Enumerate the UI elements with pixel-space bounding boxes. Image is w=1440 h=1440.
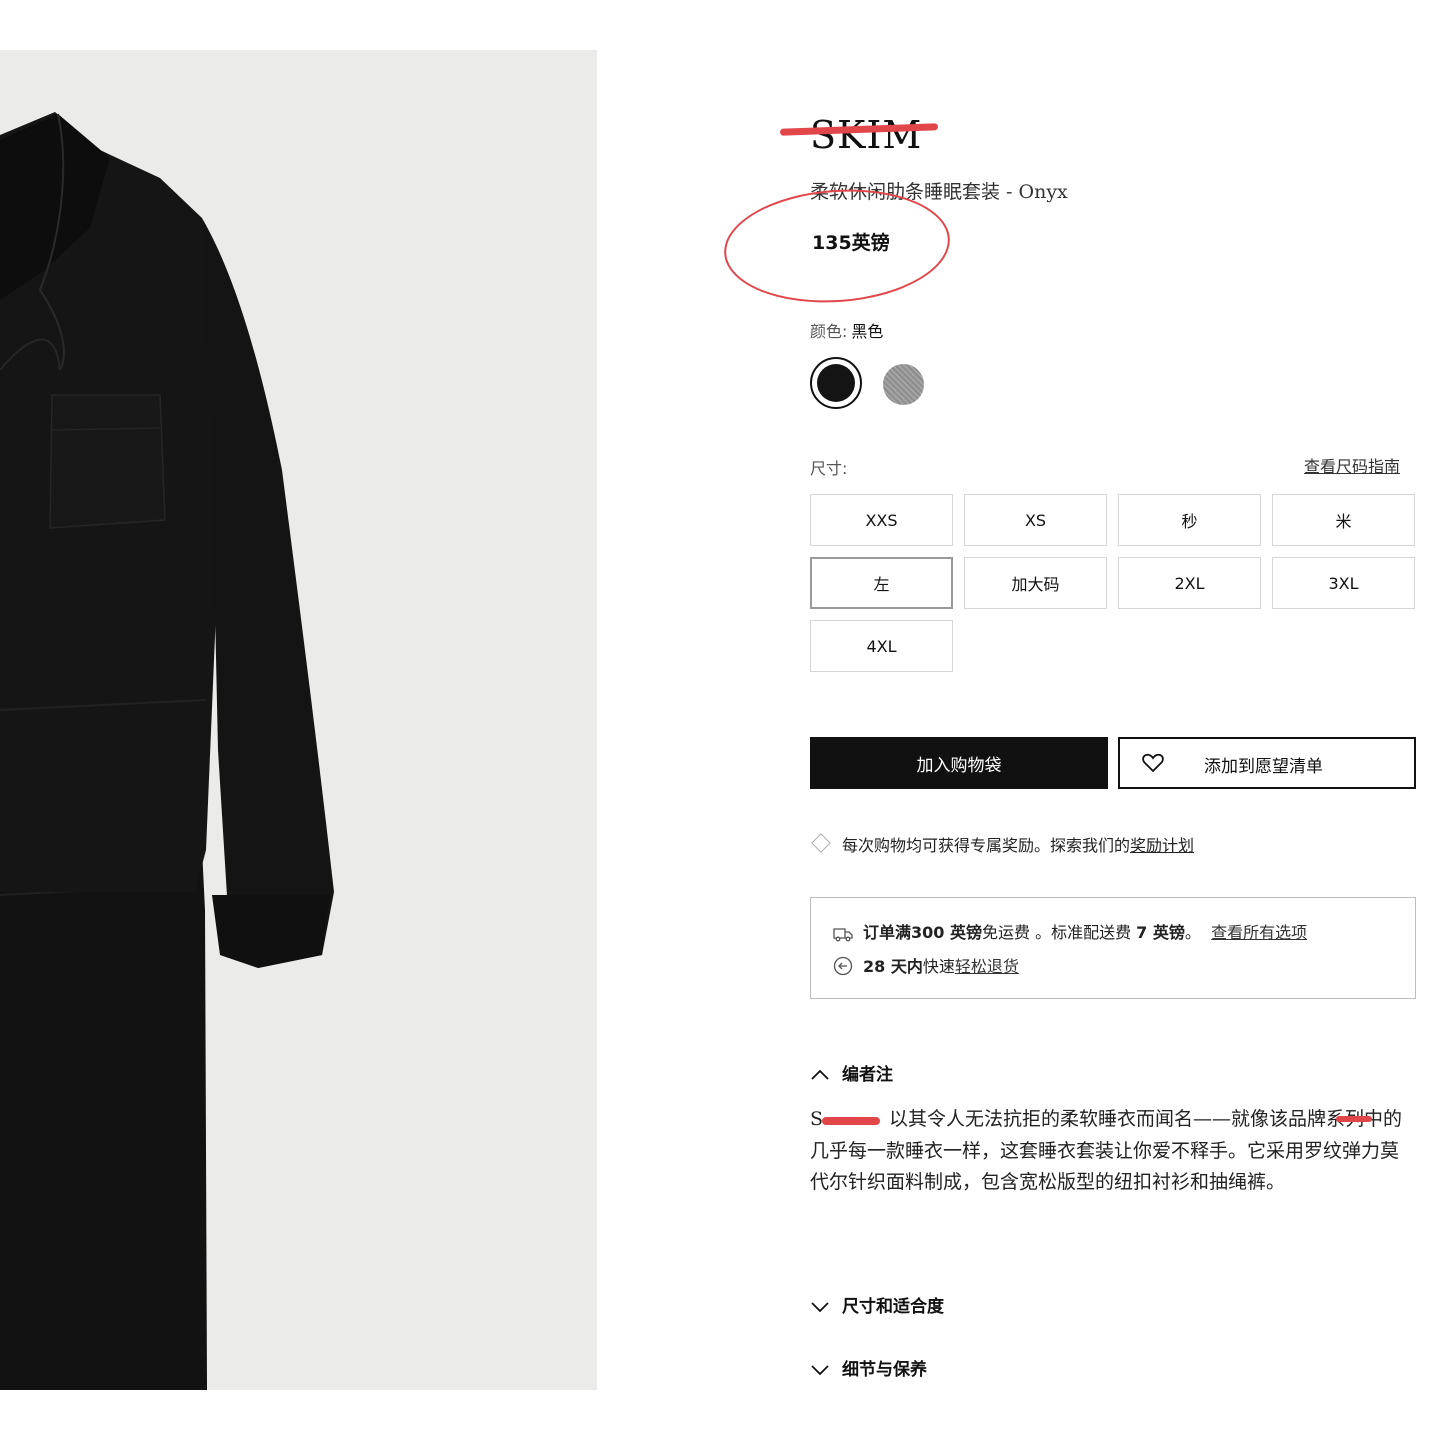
rewards-program-link[interactable]: 奖励计划 — [1130, 836, 1194, 855]
details-care-heading: 细节与保养 — [842, 1360, 927, 1380]
brand-name[interactable]: SKIM — [810, 113, 922, 157]
easy-returns-link[interactable]: 轻松退货 — [955, 957, 1019, 976]
add-to-wishlist-button[interactable]: 添加到愿望清单 — [1118, 737, 1416, 789]
shipping-options-link[interactable]: 查看所有选项 — [1211, 923, 1307, 942]
chevron-down-icon — [811, 1365, 829, 1376]
chevron-down-icon — [811, 1302, 829, 1313]
size-guide-link[interactable]: 查看尺码指南 — [1304, 453, 1400, 477]
color-label: 颜色: 黑色 — [810, 318, 883, 342]
size-option-l[interactable]: 左 — [810, 557, 953, 609]
free-shipping-text: 免运费 。标准配送费 — [981, 923, 1137, 942]
editor-description: 以其令人无法抗拒的柔软睡衣而闻名——就像该品牌系列中的几乎每一款睡衣一样，这套睡… — [810, 1108, 1403, 1193]
returns-period: 28 天内 — [863, 957, 923, 976]
swatch-fill — [817, 364, 855, 402]
size-option-4xl[interactable]: 4XL — [810, 620, 953, 672]
product-image[interactable] — [0, 50, 597, 1390]
size-fit-toggle[interactable]: 尺寸和适合度 — [810, 1292, 944, 1317]
size-option-xxs[interactable]: XXS — [810, 494, 953, 546]
rewards-text: 每次购物均可获得专属奖励。探索我们的 — [842, 836, 1131, 855]
size-option-xl[interactable]: 加大码 — [964, 557, 1107, 609]
free-shipping-threshold: 订单满300 英镑 — [863, 923, 982, 942]
color-swatch-black[interactable] — [810, 357, 862, 409]
color-label-text: 颜色: — [810, 322, 848, 341]
shipping-info-box: 订单满300 英镑免运费 。标准配送费 7 英镑。 查看所有选项 28 天内快速… — [810, 897, 1416, 999]
returns-row: 28 天内快速轻松退货 — [833, 953, 1019, 977]
editor-brand-prefix: S — [810, 1108, 824, 1130]
return-arrow-icon — [833, 956, 853, 976]
details-care-toggle[interactable]: 细节与保养 — [810, 1355, 927, 1380]
fee-end: 。 — [1184, 923, 1201, 942]
standard-fee: 7 英镑 — [1136, 923, 1185, 942]
rewards-note: 每次购物均可获得专属奖励。探索我们的奖励计划 — [810, 832, 1194, 856]
size-option-2xl[interactable]: 2XL — [1118, 557, 1261, 609]
color-value: 黑色 — [851, 322, 884, 341]
heart-icon — [1142, 753, 1164, 773]
wishlist-label: 添加到愿望清单 — [1204, 757, 1323, 777]
size-option-xs[interactable]: XS — [964, 494, 1107, 546]
size-label: 尺寸: — [810, 459, 848, 478]
size-option-3xl[interactable]: 3XL — [1272, 557, 1415, 609]
editor-word-redaction-mark — [1336, 1116, 1372, 1122]
size-option-s[interactable]: 秒 — [1118, 494, 1261, 546]
pajama-illustration — [0, 112, 334, 1390]
editor-brand-redaction-mark — [822, 1117, 880, 1125]
editors-note-toggle[interactable]: 编者注 — [810, 1060, 893, 1085]
diamond-icon — [811, 833, 831, 853]
add-to-bag-button[interactable]: 加入购物袋 — [810, 737, 1108, 789]
returns-text: 快速 — [922, 957, 955, 976]
delivery-truck-icon — [833, 928, 853, 942]
color-swatch-grey[interactable] — [883, 364, 924, 405]
editors-note-body: S 以其令人无法抗拒的柔软睡衣而闻名——就像该品牌系列中的几乎每一款睡衣一样，这套… — [810, 1104, 1406, 1199]
shipping-row: 订单满300 英镑免运费 。标准配送费 7 英镑。 查看所有选项 — [833, 919, 1307, 943]
editors-note-heading: 编者注 — [842, 1065, 893, 1085]
size-option-m[interactable]: 米 — [1272, 494, 1415, 546]
chevron-up-icon — [811, 1069, 829, 1080]
size-fit-heading: 尺寸和适合度 — [842, 1297, 944, 1317]
